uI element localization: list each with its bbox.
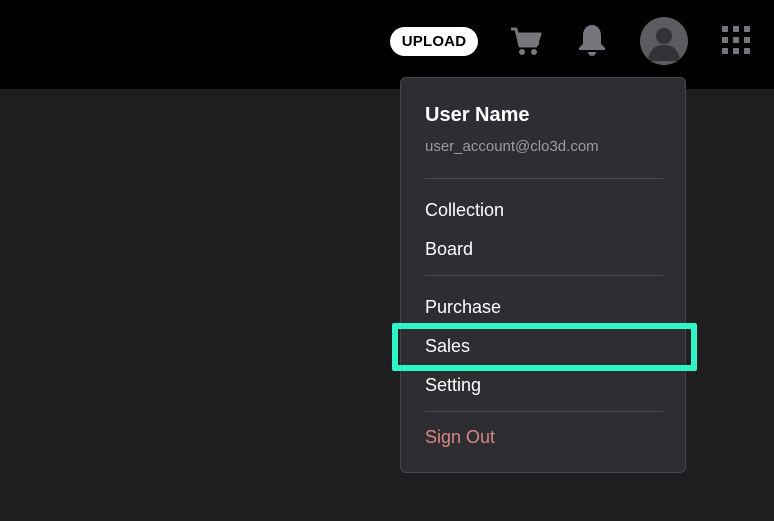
menu-item-purchase[interactable]: Purchase <box>425 297 501 318</box>
sales-highlight-box <box>392 323 697 371</box>
menu-divider <box>425 178 663 179</box>
user-name: User Name <box>425 104 530 126</box>
menu-item-collection[interactable]: Collection <box>425 200 504 221</box>
user-dropdown-menu: User Name user_account@clo3d.com Collect… <box>400 77 686 473</box>
menu-item-board[interactable]: Board <box>425 239 473 260</box>
upload-button[interactable]: UPLOAD <box>390 27 478 56</box>
menu-divider <box>425 275 663 276</box>
top-navigation-bar: UPLOAD <box>0 0 774 89</box>
menu-divider <box>425 411 663 412</box>
avatar[interactable] <box>640 17 688 65</box>
menu-item-setting[interactable]: Setting <box>425 375 481 396</box>
cart-icon[interactable] <box>509 24 543 58</box>
bell-icon[interactable] <box>577 23 607 57</box>
user-silhouette-icon <box>648 28 680 61</box>
apps-grid-icon[interactable] <box>722 26 750 54</box>
menu-item-sign-out[interactable]: Sign Out <box>425 427 495 448</box>
user-email: user_account@clo3d.com <box>425 138 599 155</box>
